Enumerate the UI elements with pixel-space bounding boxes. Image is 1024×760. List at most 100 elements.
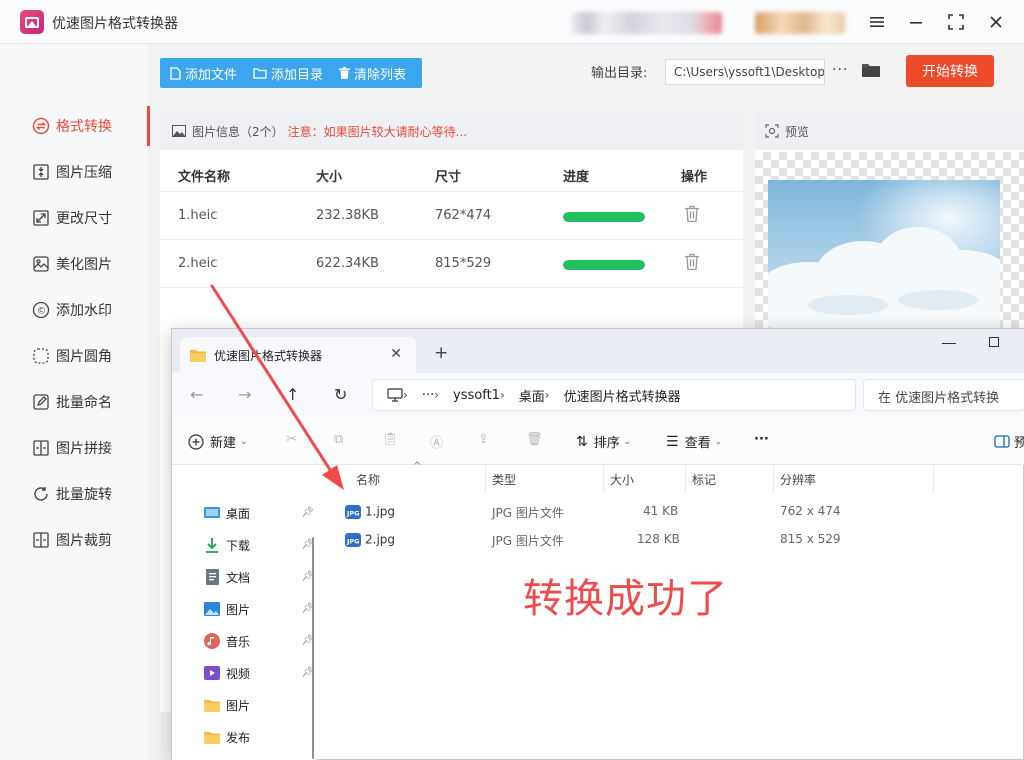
sidebar-item-rotate[interactable]: 批量旋转 [0, 474, 150, 514]
explorer-tab[interactable]: 优速图片格式转换器 ✕ [180, 337, 416, 373]
nav-pane-scrollbar[interactable] [312, 537, 314, 759]
add-file-button[interactable]: 添加文件 [160, 58, 243, 88]
up-icon[interactable]: ↑ [286, 385, 299, 404]
svg-text:JPG: JPG [346, 510, 360, 518]
app-logo-icon [20, 10, 44, 34]
new-label: 新建 [210, 436, 237, 451]
nav-item-desktop[interactable]: 桌面 📌︎ [204, 501, 314, 525]
folder-icon [204, 729, 220, 745]
forward-icon[interactable]: → [238, 385, 251, 404]
nav-item-documents[interactable]: 文档 📌︎ [204, 565, 314, 589]
preview-header: 预览 [755, 112, 1024, 150]
explorer-minimize-icon[interactable] [942, 343, 956, 344]
copy-icon[interactable]: ⧉ [334, 432, 343, 447]
pin-icon[interactable]: 📌︎ [301, 507, 314, 518]
file-name-cell: JPG 1.jpg [345, 504, 395, 520]
file-type: JPG 图片文件 [492, 506, 564, 520]
col-type-label: 类型 [492, 473, 517, 487]
col-size-label: 大小 [610, 473, 635, 487]
paste-icon[interactable]: 📋︎ [382, 432, 399, 447]
sidebar-item-batch-rename[interactable]: 批量命名 [0, 382, 150, 422]
delete-icon[interactable] [684, 253, 700, 275]
back-icon[interactable]: ← [190, 385, 203, 404]
plus-circle-icon [188, 433, 204, 450]
sidebar-item-beautify[interactable]: 美化图片 [0, 244, 150, 284]
new-tab-icon[interactable]: + [434, 343, 448, 363]
blurred-user-avatar [755, 12, 845, 34]
preview-icon [765, 124, 779, 138]
add-file-label: 添加文件 [185, 67, 238, 83]
col-filename: 文件名称 [178, 170, 231, 185]
more-options-button[interactable]: ··· [754, 432, 769, 447]
list-item[interactable]: JPG 2.jpg JPG 图片文件 128 KB 815 x 529 [337, 525, 1024, 553]
beautify-icon [32, 255, 50, 273]
nav-item-music[interactable]: 音乐 📌︎ [204, 629, 314, 653]
add-dir-label: 添加目录 [271, 67, 324, 83]
delete-icon[interactable] [684, 205, 700, 227]
output-dir-label: 输出目录: [591, 66, 648, 81]
refresh-icon[interactable]: ↻ [334, 385, 347, 404]
clear-list-button[interactable]: 清除列表 [329, 58, 412, 88]
explorer-maximize-icon[interactable] [989, 337, 999, 347]
nav-item-folder-publish[interactable]: 发布 [204, 725, 314, 749]
fullscreen-icon[interactable] [945, 11, 967, 33]
close-icon[interactable] [985, 11, 1007, 33]
explorer-search-input[interactable]: 在 优速图片格式转换 [863, 379, 1024, 411]
col-size[interactable]: 大小 [604, 465, 686, 493]
start-convert-button[interactable]: 开始转换 [906, 55, 994, 87]
menu-icon[interactable] [866, 11, 888, 33]
rename-icon[interactable]: Ⓐ [430, 432, 443, 451]
stitch-icon [32, 439, 50, 457]
sidebar-item-round-corner[interactable]: 图片圆角 [0, 336, 150, 376]
nav-item-downloads[interactable]: 下载 📌︎ [204, 533, 314, 557]
file-type: JPG 图片文件 [492, 534, 564, 548]
nav-item-folder-pictures[interactable]: 图片 [204, 693, 314, 717]
sidebar-item-resize[interactable]: 更改尺寸 [0, 198, 150, 238]
open-folder-icon[interactable] [861, 62, 881, 82]
info-count: 图片信息（2个） [192, 124, 284, 139]
folder-icon [190, 349, 206, 362]
folder-icon [204, 697, 220, 713]
add-dir-button[interactable]: 添加目录 [243, 58, 329, 88]
table-row[interactable]: 2.heic 622.34KB 815*529 [160, 240, 743, 288]
delete-icon[interactable]: 🗑︎ [526, 432, 543, 447]
breadcrumb-item[interactable]: 桌面 [519, 386, 545, 405]
close-tab-icon[interactable]: ✕ [390, 346, 402, 362]
sidebar-item-stitch[interactable]: 图片拼接 [0, 428, 150, 468]
breadcrumb-item[interactable]: yssoft1 [453, 388, 500, 403]
breadcrumb-item[interactable]: 优速图片格式转换器 [564, 386, 681, 405]
sidebar-item-label: 添加水印 [56, 303, 112, 319]
minimize-icon[interactable] [905, 11, 927, 33]
view-button[interactable]: ☰ 查看 ⌄ [666, 432, 722, 452]
sidebar-item-label: 更改尺寸 [56, 211, 112, 227]
share-icon[interactable]: ⇪ [478, 432, 489, 447]
cut-icon[interactable]: ✂ [286, 432, 297, 447]
sidebar-item-crop[interactable]: 图片裁剪 [0, 520, 150, 560]
sidebar-item-label: 图片压缩 [56, 165, 112, 181]
folder-outline-icon [253, 68, 267, 79]
output-dir-more-button[interactable]: ··· [832, 62, 848, 78]
chevron-down-icon: ⌄ [623, 436, 632, 447]
nav-item-pictures[interactable]: 图片 📌︎ [204, 597, 314, 621]
nav-item-label: 视频 [226, 666, 251, 681]
col-resolution[interactable]: 分辨率 [774, 465, 934, 493]
address-bar[interactable]: › ··· › yssoft1 › 桌面 › 优速图片格式转换器 [372, 379, 856, 411]
file-resolution: 815 x 529 [780, 532, 841, 546]
output-dir-input[interactable]: C:\Users\yssoft1\Desktop [665, 59, 825, 85]
list-item[interactable]: JPG 1.jpg JPG 图片文件 41 KB 762 x 474 [337, 497, 1024, 525]
desktop-icon [204, 505, 220, 521]
new-button[interactable]: 新建 ⌄ [188, 432, 248, 451]
col-action: 操作 [681, 170, 708, 185]
col-tag[interactable]: 标记 [686, 465, 774, 493]
col-type[interactable]: 类型 [486, 465, 604, 493]
sidebar-item-compress[interactable]: 图片压缩 [0, 152, 150, 192]
details-pane-button[interactable]: 预 [994, 432, 1024, 451]
download-icon [204, 537, 220, 553]
nav-item-videos[interactable]: 视频 📌︎ [204, 661, 314, 685]
breadcrumb-more[interactable]: ··· [422, 388, 434, 403]
convert-icon [32, 117, 50, 135]
sidebar-item-watermark[interactable]: © 添加水印 [0, 290, 150, 330]
sidebar-item-format-convert[interactable]: 格式转换 [0, 106, 150, 146]
table-row[interactable]: 1.heic 232.38KB 762*474 [160, 192, 743, 240]
sort-button[interactable]: ⇅ 排序 ⌄ [576, 432, 632, 452]
